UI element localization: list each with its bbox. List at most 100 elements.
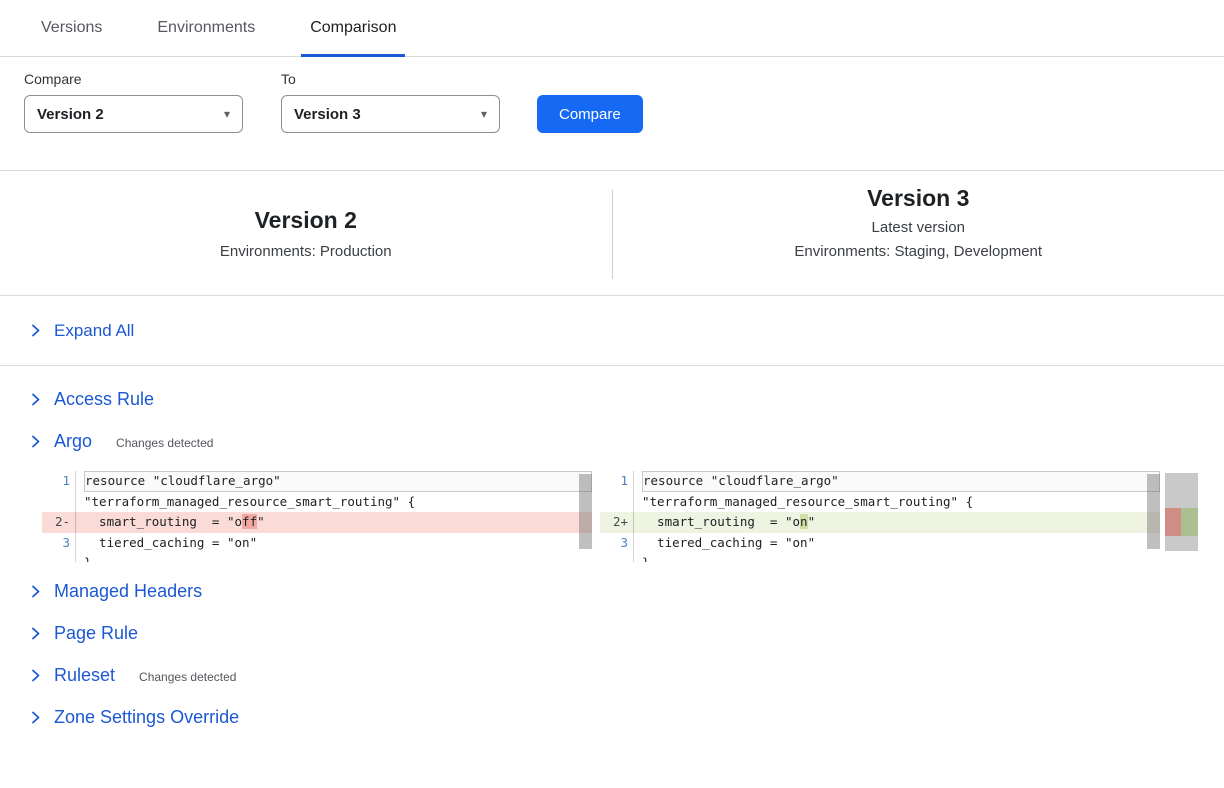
- code-segment: }: [642, 555, 650, 562]
- code-text: smart_routing = "on": [634, 512, 1160, 533]
- argo-diff-viewer: 1 resource "cloudflare_argo" "terraform_ma…: [42, 471, 1224, 562]
- diff-line: 3 tiered_caching = "on": [42, 533, 592, 554]
- section-label: Access Rule: [54, 389, 154, 410]
- chevron-right-icon: [30, 323, 41, 338]
- line-number: 3: [42, 533, 76, 554]
- diff-line: }: [600, 553, 1160, 562]
- tab-label: Comparison: [310, 19, 396, 37]
- code-segment: "terraform_managed_resource_smart_routin…: [642, 494, 973, 509]
- inline-change-highlight: n: [800, 514, 808, 529]
- version-comparison-header: Version 2 Environments: Production Versi…: [0, 171, 1224, 296]
- compare-button[interactable]: Compare: [537, 95, 643, 133]
- diff-panel-left: 1 resource "cloudflare_argo" "terraform_ma…: [42, 471, 592, 562]
- line-number: [42, 492, 76, 513]
- changes-detected-badge: Changes detected: [139, 667, 236, 684]
- section-access-rule[interactable]: Access Rule: [0, 378, 1224, 420]
- version-right-subtitle: Latest version: [872, 219, 965, 236]
- chevron-right-icon: [30, 584, 41, 599]
- chevron-right-icon: [30, 434, 41, 449]
- line-number: 3: [600, 533, 634, 554]
- active-tab-underline: [301, 54, 405, 57]
- code-segment: smart_routing = "o: [84, 514, 242, 529]
- version-left-header: Version 2 Environments: Production: [0, 171, 612, 295]
- section-managed-headers[interactable]: Managed Headers: [0, 570, 1224, 612]
- compare-to-select[interactable]: Version 3 ▾: [281, 95, 500, 133]
- diff-line: }: [42, 553, 592, 562]
- scrollbar[interactable]: [579, 474, 592, 549]
- line-number: 1: [42, 471, 76, 492]
- code-segment: }: [84, 555, 92, 562]
- chevron-right-icon: [30, 626, 41, 641]
- version-right-environments: Environments: Staging, Development: [794, 243, 1042, 260]
- section-label: Ruleset: [54, 665, 115, 686]
- diff-panel-right: 1resource "cloudflare_argo" "terraform_ma…: [600, 471, 1160, 562]
- tab-comparison[interactable]: Comparison: [301, 0, 405, 56]
- compare-from-label: Compare: [24, 71, 243, 87]
- line-number: 2+: [600, 512, 634, 533]
- compare-controls: Compare Version 2 ▾ To Version 3 ▾ Compa…: [0, 71, 1224, 133]
- diff-line: "terraform_managed_resource_smart_routin…: [600, 492, 1160, 513]
- code-text: }: [634, 553, 1160, 562]
- section-label: Zone Settings Override: [54, 707, 239, 728]
- version-right-title: Version 3: [867, 185, 969, 212]
- chevron-right-icon: [30, 392, 41, 407]
- diff-line: "terraform_managed_resource_smart_routin…: [42, 492, 592, 513]
- tab-environments[interactable]: Environments: [148, 0, 264, 56]
- expand-all-label: Expand All: [54, 321, 134, 341]
- version-right-header: Version 3 Latest version Environments: S…: [613, 171, 1224, 295]
- code-segment: resource "cloudflare_argo": [643, 473, 839, 488]
- line-number: [42, 553, 76, 562]
- version-left-environments: Environments: Production: [220, 243, 392, 260]
- chevron-down-icon: ▾: [481, 107, 487, 121]
- line-number: [600, 553, 634, 562]
- chevron-right-icon: [30, 710, 41, 725]
- compare-to-value: Version 3: [294, 106, 361, 123]
- minimap-addition-marker: [1181, 508, 1198, 536]
- scrollbar[interactable]: [1147, 474, 1160, 549]
- resource-sections: Access Rule Argo Changes detected 1 resou…: [0, 378, 1224, 738]
- code-segment: tiered_caching = "on": [642, 535, 815, 550]
- code-text: "terraform_managed_resource_smart_routin…: [634, 492, 1160, 513]
- chevron-right-icon: [30, 668, 41, 683]
- section-ruleset[interactable]: Ruleset Changes detected: [0, 654, 1224, 696]
- compare-to-label: To: [281, 71, 500, 87]
- changes-detected-badge: Changes detected: [116, 433, 213, 450]
- code-segment: tiered_caching = "on": [84, 535, 257, 550]
- line-number: 2-: [42, 512, 76, 533]
- section-argo[interactable]: Argo Changes detected: [0, 420, 1224, 462]
- tab-versions[interactable]: Versions: [32, 0, 111, 56]
- diff-line: 3 tiered_caching = "on": [600, 533, 1160, 554]
- minimap-deletion-marker: [1165, 508, 1181, 536]
- diff-line: 1resource "cloudflare_argo": [600, 471, 1160, 492]
- code-segment: "terraform_managed_resource_smart_routin…: [84, 494, 415, 509]
- code-text: smart_routing = "off": [76, 512, 592, 533]
- section-label: Argo: [54, 431, 92, 452]
- tab-bar: Versions Environments Comparison: [0, 0, 1224, 57]
- tab-label: Environments: [157, 19, 255, 37]
- diff-minimap[interactable]: [1165, 473, 1198, 551]
- code-text: }: [76, 553, 592, 562]
- code-text: tiered_caching = "on": [76, 533, 592, 554]
- section-page-rule[interactable]: Page Rule: [0, 612, 1224, 654]
- tab-label: Versions: [41, 19, 102, 37]
- code-text: "terraform_managed_resource_smart_routin…: [76, 492, 592, 513]
- section-label: Page Rule: [54, 623, 138, 644]
- diff-line: 2- smart_routing = "off": [42, 512, 592, 533]
- version-left-title: Version 2: [255, 207, 357, 234]
- chevron-down-icon: ▾: [224, 107, 230, 121]
- code-text: resource "cloudflare_argo": [76, 471, 592, 492]
- compare-from-select[interactable]: Version 2 ▾: [24, 95, 243, 133]
- section-label: Managed Headers: [54, 581, 202, 602]
- code-text: resource "cloudflare_argo": [634, 471, 1160, 492]
- code-text: tiered_caching = "on": [634, 533, 1160, 554]
- diff-line: 1 resource "cloudflare_argo": [42, 471, 592, 492]
- section-zone-settings-override[interactable]: Zone Settings Override: [0, 696, 1224, 738]
- code-segment: ": [808, 514, 816, 529]
- diff-line: 2+ smart_routing = "on": [600, 512, 1160, 533]
- code-segment: resource "cloudflare_argo": [85, 473, 281, 488]
- expand-all-button[interactable]: Expand All: [0, 296, 1224, 366]
- code-segment: ": [257, 514, 265, 529]
- compare-from-value: Version 2: [37, 106, 104, 123]
- code-segment: smart_routing = "o: [642, 514, 800, 529]
- line-number: [600, 492, 634, 513]
